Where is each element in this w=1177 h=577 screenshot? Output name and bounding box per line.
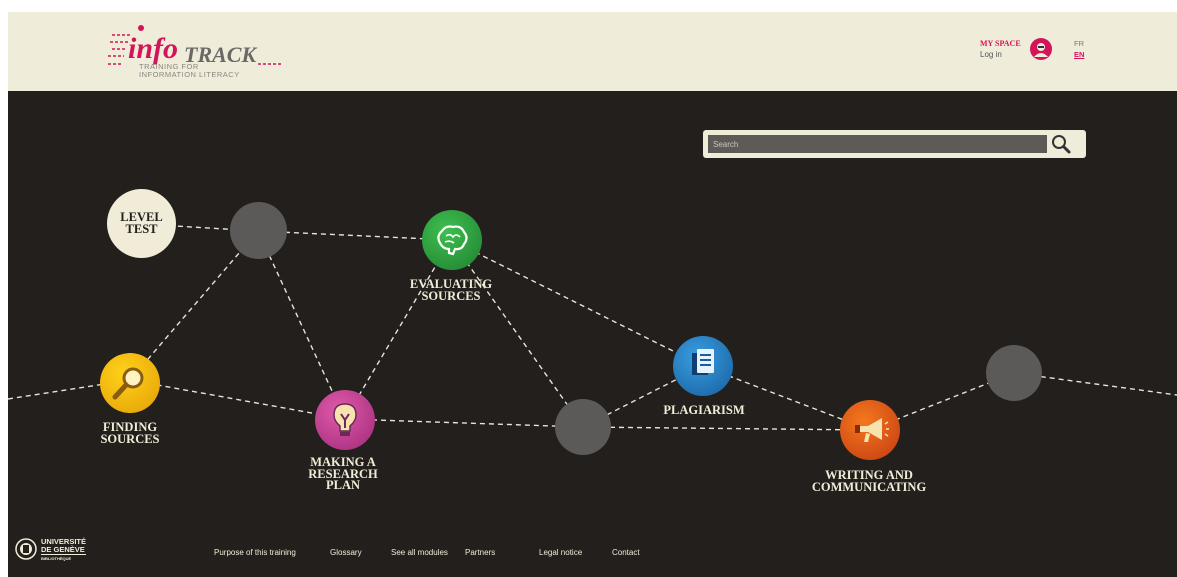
- footer-link-partners[interactable]: Partners: [465, 548, 495, 557]
- footer-link-all-modules[interactable]: See all modules: [391, 548, 448, 557]
- level-test-label-line2: TEST: [125, 222, 158, 236]
- evaluating-label-line2: SOURCES: [421, 288, 481, 303]
- finding-sources-label[interactable]: FINDING SOURCES: [55, 421, 205, 446]
- writing-label-line2: COMMUNICATING: [811, 479, 927, 494]
- finding-label-line2: SOURCES: [100, 431, 160, 446]
- university-line3: BIBLIOTHÈQUE: [41, 556, 72, 561]
- making-label-line3: PLAN: [325, 478, 361, 492]
- university-logo[interactable]: UNIVERSITÉ DE GENÈVE BIBLIOTHÈQUE: [14, 537, 104, 574]
- plagiarism-node[interactable]: [673, 336, 733, 396]
- writing-communicating-label[interactable]: WRITING AND COMMUNICATING: [794, 469, 944, 494]
- plagiarism-label[interactable]: PLAGIARISM: [629, 404, 779, 417]
- lightbulb-icon: [333, 403, 357, 436]
- university-line2: DE GENÈVE: [41, 545, 87, 555]
- footer-link-contact[interactable]: Contact: [612, 548, 640, 557]
- evaluating-sources-label[interactable]: EVALUATING SOURCES: [376, 278, 526, 303]
- writing-communicating-node[interactable]: [840, 400, 900, 460]
- brain-icon: [437, 225, 468, 256]
- placeholder-node-2: [555, 399, 611, 455]
- footer-link-legal-notice[interactable]: Legal notice: [539, 548, 582, 557]
- making-research-plan-label[interactable]: MAKING A RESEARCH PLAN: [268, 456, 418, 492]
- making-research-plan-node[interactable]: [315, 390, 375, 450]
- footer-link-glossary[interactable]: Glossary: [330, 548, 362, 557]
- finding-sources-node[interactable]: [100, 353, 160, 413]
- document-icon: [692, 349, 714, 375]
- magnifier-icon: [112, 367, 144, 400]
- megaphone-icon: [855, 418, 889, 442]
- module-path-lines: [8, 223, 1177, 431]
- placeholder-node-1: [230, 202, 287, 259]
- page-frame: info TRACK TRAINING FOR INFORMATION LITE…: [8, 12, 1177, 577]
- placeholder-node-3: [986, 345, 1042, 401]
- footer-link-purpose[interactable]: Purpose of this training: [214, 548, 296, 557]
- evaluating-sources-node[interactable]: [422, 210, 482, 270]
- level-test-button[interactable]: LEVEL TEST: [107, 189, 176, 258]
